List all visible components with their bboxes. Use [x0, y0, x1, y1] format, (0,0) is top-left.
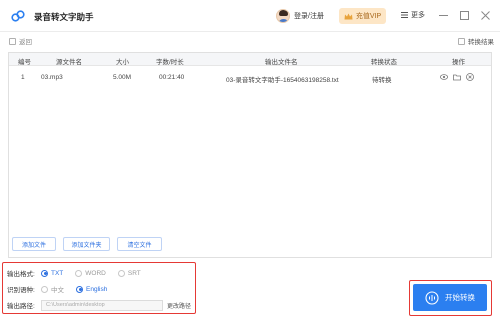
minimize-icon[interactable] [438, 9, 449, 21]
output-settings: 输出格式: TXT WORD SRT 识别语种: 中文 English 输出路径… [2, 262, 196, 314]
output-path-field[interactable]: C:\Users\admin\desktop [41, 299, 163, 311]
checkbox-icon [458, 37, 465, 45]
login-label: 登录/注册 [294, 13, 324, 20]
format-row: 输出格式: TXT WORD SRT [7, 267, 153, 279]
folder-icon[interactable] [453, 73, 461, 81]
header-output: 输出文件名 [265, 59, 298, 66]
app-logo-icon [11, 10, 25, 22]
title-bar: 录音转文字助手 登录/注册 充值VIP 更多 [0, 0, 500, 32]
vip-label: 充值VIP [355, 13, 382, 20]
change-path-button[interactable]: 更改路径 [167, 301, 191, 310]
row-duration: 00:21:40 [159, 74, 185, 81]
menu-icon [401, 12, 408, 18]
header-size: 大小 [116, 59, 129, 66]
add-file-button[interactable]: 添加文件 [12, 237, 56, 251]
row-index: 1 [21, 74, 25, 81]
path-row: 输出路径: C:\Users\admin\desktop 更改路径 [7, 299, 191, 311]
format-option-word[interactable]: WORD [75, 269, 106, 277]
table-row[interactable]: 1 03.mp3 5.00M 00:21:40 03-录音转文字助手-16540… [9, 70, 491, 86]
clear-files-button[interactable]: 清空文件 [117, 237, 162, 251]
format-option-srt[interactable]: SRT [117, 269, 141, 277]
header-status: 转换状态 [371, 59, 397, 66]
radio-icon [75, 269, 83, 277]
header-source: 源文件名 [56, 59, 82, 66]
more-label: 更多 [411, 12, 425, 19]
radio-selected-icon [41, 269, 48, 277]
row-source: 03.mp3 [41, 74, 63, 81]
result-checkbox[interactable]: 转换结果 [458, 36, 494, 46]
row-size: 5.00M [113, 74, 132, 81]
language-option-english[interactable]: English [76, 285, 107, 293]
row-output: 03-录音转文字助手-1654063198258.txt [226, 77, 339, 84]
language-row: 识别语种: 中文 English [7, 283, 119, 295]
toolbar: 返回 转换结果 [0, 32, 500, 50]
maximize-icon[interactable] [459, 9, 470, 21]
header-actions: 操作 [452, 59, 465, 66]
header-index: 编号 [18, 59, 31, 66]
radio-icon [41, 285, 48, 293]
back-button[interactable]: 返回 [9, 36, 32, 46]
start-convert-button[interactable]: 开始转换 [413, 284, 487, 311]
avatar [276, 9, 290, 23]
header-duration: 字数/时长 [156, 59, 184, 66]
delete-icon[interactable] [466, 73, 474, 81]
add-folder-button[interactable]: 添加文件夹 [63, 237, 110, 251]
radio-icon [117, 269, 125, 277]
radio-selected-icon [76, 285, 83, 293]
back-label: 返回 [19, 39, 32, 46]
row-status: 待转换 [372, 77, 392, 84]
language-label: 识别语种: [7, 287, 35, 294]
format-label: 输出格式: [7, 271, 35, 278]
format-option-txt[interactable]: TXT [41, 269, 63, 277]
convert-icon [425, 290, 439, 305]
result-label: 转换结果 [468, 39, 494, 46]
more-menu[interactable]: 更多 [401, 10, 425, 20]
start-button-frame: 开始转换 [409, 280, 492, 316]
back-icon [9, 37, 16, 45]
preview-icon[interactable] [440, 73, 448, 81]
login-button[interactable]: 登录/注册 [276, 8, 324, 24]
close-icon[interactable] [480, 9, 491, 21]
file-list-panel: 编号 源文件名 大小 字数/时长 输出文件名 转换状态 操作 1 03.mp3 … [8, 52, 492, 258]
vip-button[interactable]: 充值VIP [339, 8, 386, 24]
start-convert-label: 开始转换 [445, 293, 475, 302]
crown-icon [344, 13, 353, 19]
path-label: 输出路径: [7, 303, 35, 310]
language-option-chinese[interactable]: 中文 [41, 284, 64, 294]
app-title: 录音转文字助手 [34, 12, 94, 22]
table-header: 编号 源文件名 大小 字数/时长 输出文件名 转换状态 操作 [9, 53, 491, 66]
